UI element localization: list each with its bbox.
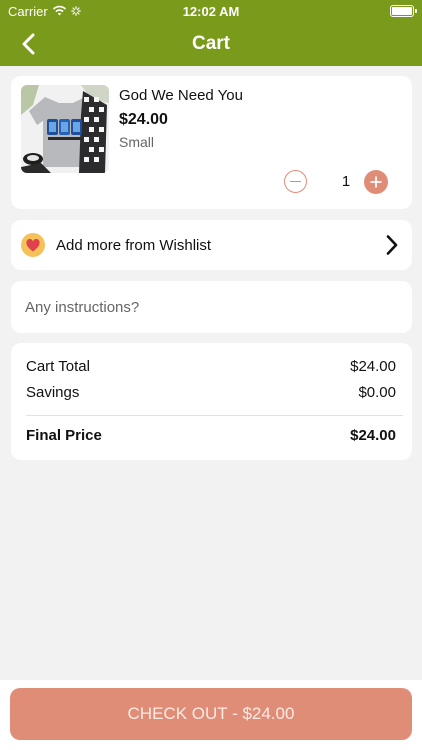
- quantity-value: 1: [341, 173, 351, 190]
- cart-item-card: God We Need You $24.00 Small 1: [11, 76, 412, 209]
- final-price-value: $24.00: [350, 427, 396, 444]
- savings-row: Savings $0.00: [26, 384, 396, 401]
- product-price: $24.00: [119, 111, 168, 128]
- cart-total-value: $24.00: [350, 358, 396, 375]
- page-title: Cart: [191, 33, 230, 54]
- battery-icon: [390, 5, 417, 17]
- savings-value: $0.00: [358, 384, 396, 401]
- increase-quantity-button[interactable]: [364, 170, 388, 194]
- checkout-button[interactable]: CHECK OUT - $24.00: [10, 688, 412, 740]
- final-price-label: Final Price: [26, 427, 102, 444]
- top-bar: Carrier 12:02 AM Cart: [0, 0, 422, 66]
- nav-bar: Cart: [0, 22, 422, 66]
- heart-icon: [21, 233, 45, 257]
- instructions-input[interactable]: [25, 295, 395, 319]
- chevron-right-icon: [386, 235, 398, 255]
- savings-label: Savings: [26, 384, 80, 401]
- plus-icon: [370, 176, 382, 188]
- order-summary-card: Cart Total $24.00 Savings $0.00 Final Pr…: [11, 343, 412, 460]
- summary-divider: [26, 415, 403, 416]
- wishlist-label: Add more from Wishlist: [56, 237, 212, 254]
- quantity-stepper: 1: [283, 170, 389, 194]
- final-price-row: Final Price $24.00: [26, 427, 396, 444]
- cart-total-label: Cart Total: [26, 358, 90, 375]
- instructions-card: [11, 281, 412, 333]
- minus-icon: [290, 180, 301, 183]
- wishlist-row[interactable]: Add more from Wishlist: [11, 220, 412, 270]
- product-size: Small: [119, 134, 155, 150]
- status-time: 12:02 AM: [182, 4, 240, 19]
- bottom-bar: CHECK OUT - $24.00: [0, 680, 422, 750]
- cart-total-row: Cart Total $24.00: [26, 358, 396, 375]
- product-title[interactable]: God We Need You: [119, 87, 243, 104]
- product-image[interactable]: [21, 85, 109, 173]
- decrease-quantity-button[interactable]: [284, 170, 307, 193]
- status-bar: Carrier 12:02 AM: [0, 0, 422, 22]
